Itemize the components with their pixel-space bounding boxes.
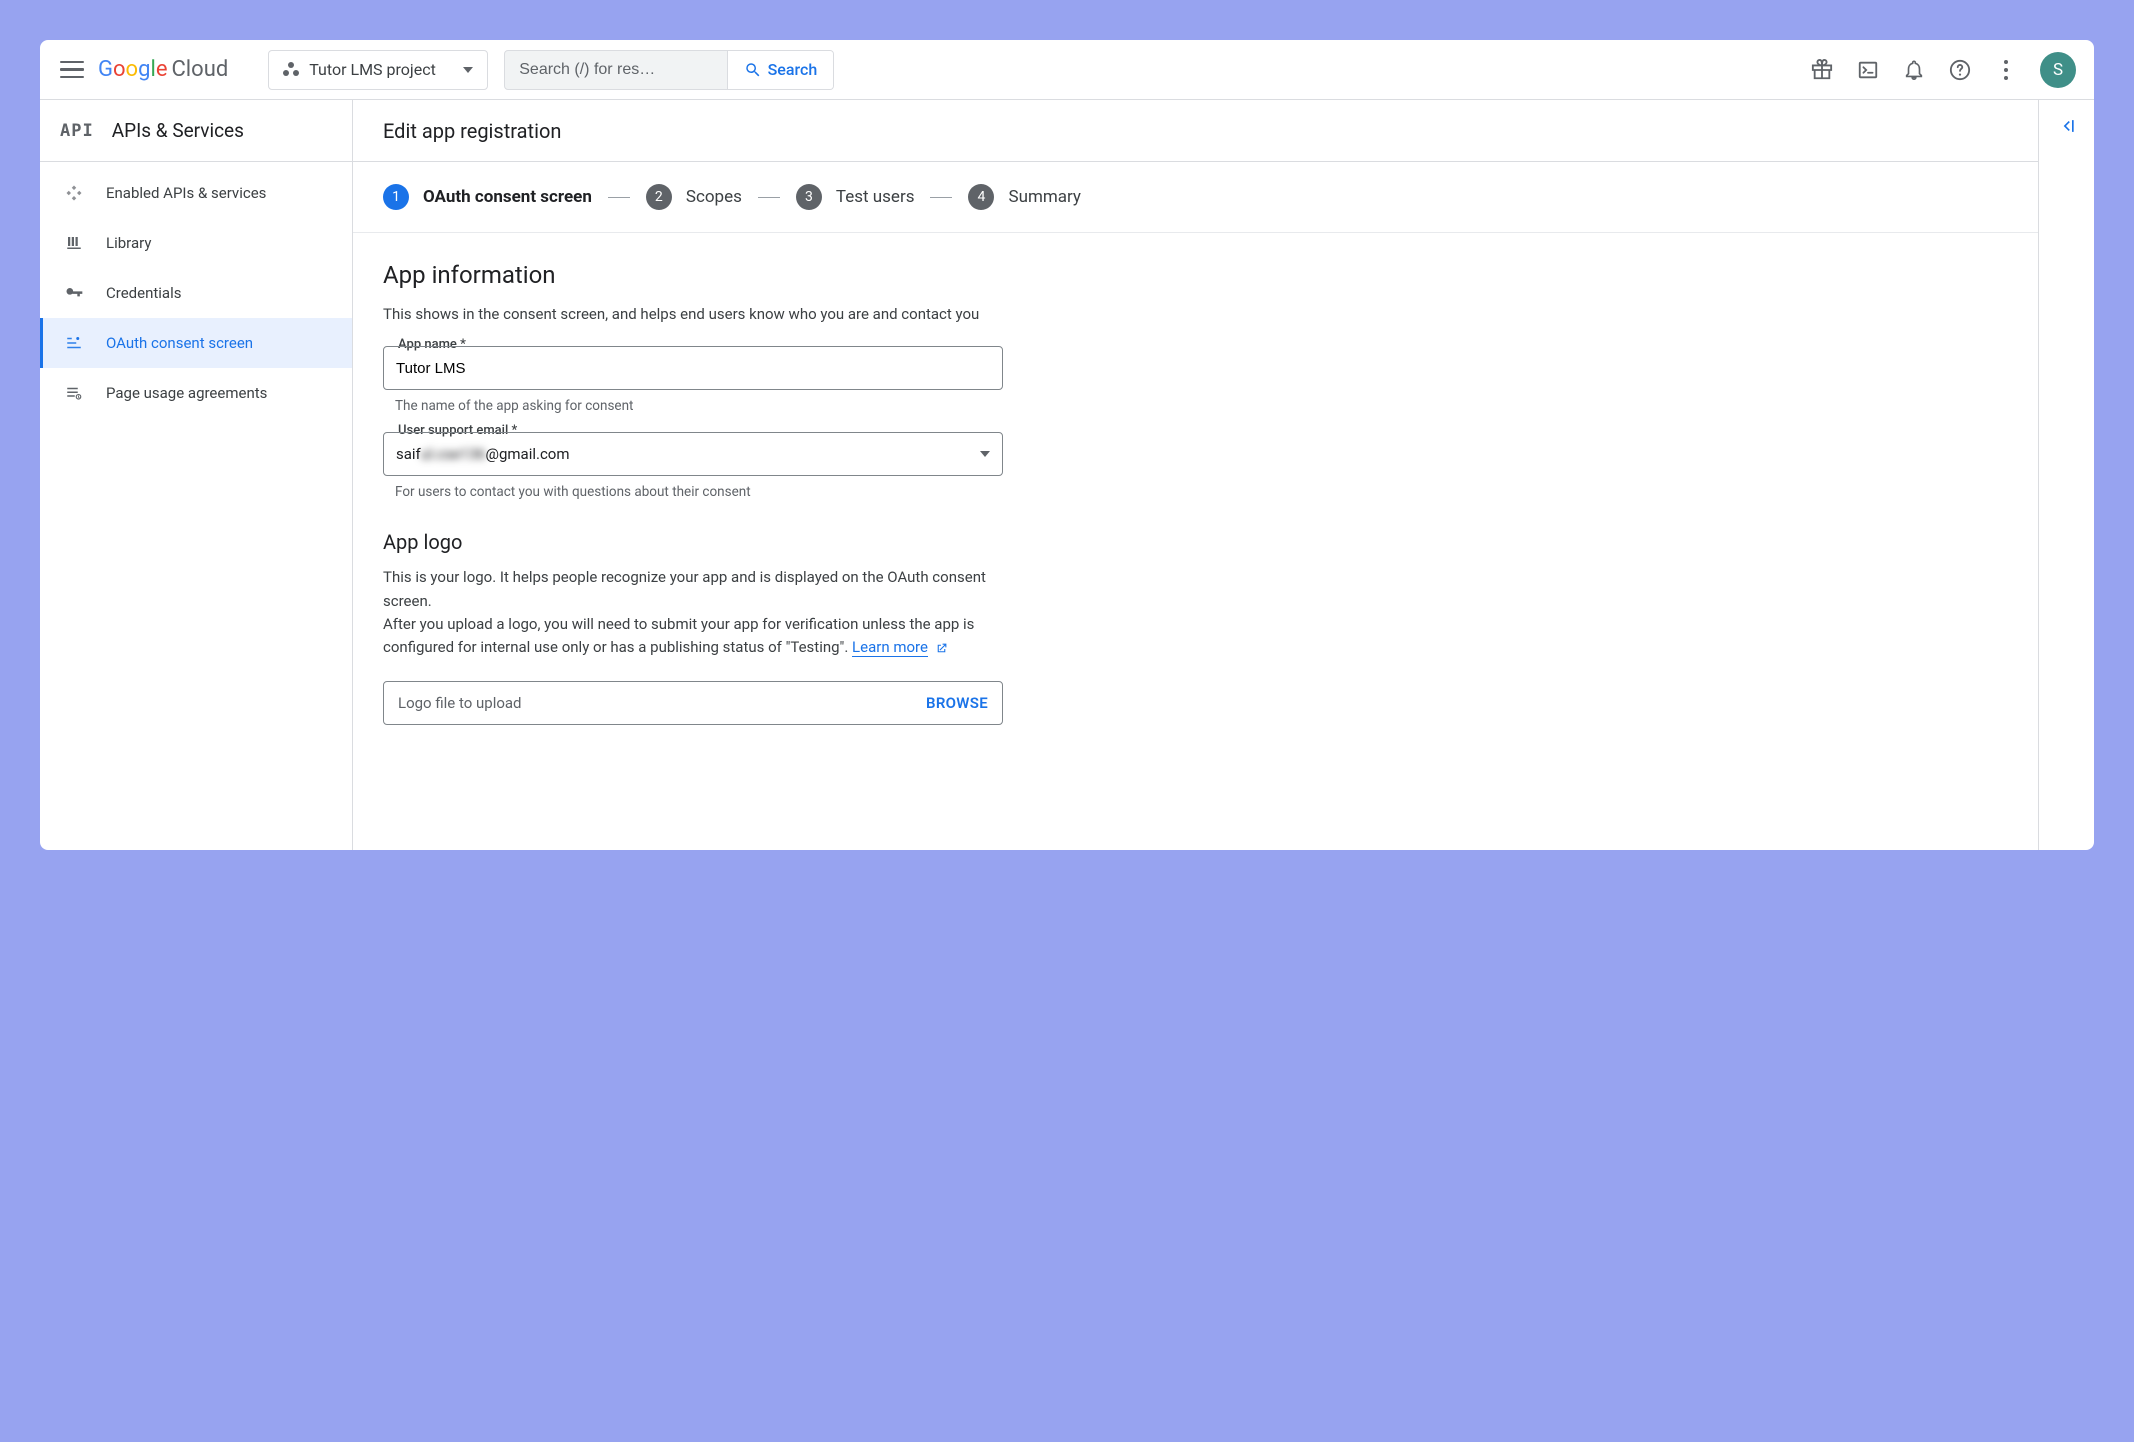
sidebar-item-oauth-consent[interactable]: OAuth consent screen bbox=[40, 318, 352, 368]
sidebar-item-page-usage[interactable]: Page usage agreements bbox=[40, 368, 352, 418]
help-icon[interactable] bbox=[1948, 58, 1972, 82]
sidebar-title: APIs & Services bbox=[112, 119, 244, 142]
sidebar: API APIs & Services Enabled APIs & servi… bbox=[40, 100, 353, 850]
consent-icon bbox=[64, 333, 84, 353]
api-badge: API bbox=[60, 121, 94, 141]
page-title: Edit app registration bbox=[383, 119, 561, 143]
external-link-icon bbox=[935, 642, 948, 655]
project-picker[interactable]: Tutor LMS project bbox=[268, 50, 488, 90]
google-cloud-logo[interactable]: Google Cloud bbox=[98, 57, 228, 82]
logo-upload-placeholder: Logo file to upload bbox=[398, 694, 522, 712]
search-button[interactable]: Search bbox=[727, 51, 834, 89]
step-oauth-consent[interactable]: 1 OAuth consent screen bbox=[383, 184, 592, 210]
step-test-users[interactable]: 3 Test users bbox=[796, 184, 915, 210]
support-email-helper: For users to contact you with questions … bbox=[395, 484, 1003, 500]
app-info-heading: App information bbox=[383, 261, 1003, 289]
project-icon bbox=[283, 62, 299, 78]
support-email-value: saiful.cse136@gmail.com bbox=[396, 445, 570, 463]
logo-upload-field: Logo file to upload BROWSE bbox=[383, 681, 1003, 725]
sidebar-item-enabled-apis[interactable]: Enabled APIs & services bbox=[40, 168, 352, 218]
sidebar-item-label: Enabled APIs & services bbox=[106, 184, 266, 202]
more-icon[interactable] bbox=[1994, 58, 2018, 82]
app-info-desc: This shows in the consent screen, and he… bbox=[383, 303, 1003, 326]
sidebar-item-label: Credentials bbox=[106, 284, 181, 302]
app-name-field: App name * bbox=[383, 346, 1003, 390]
notifications-icon[interactable] bbox=[1902, 58, 1926, 82]
step-separator bbox=[930, 197, 952, 198]
diamond-icon bbox=[64, 183, 84, 203]
app-name-input[interactable] bbox=[396, 360, 990, 377]
sidebar-item-label: Library bbox=[106, 234, 151, 252]
support-email-select[interactable]: saiful.cse136@gmail.com bbox=[383, 432, 1003, 476]
app-logo-heading: App logo bbox=[383, 530, 1003, 554]
sidebar-item-label: Page usage agreements bbox=[106, 384, 267, 402]
content-header: Edit app registration bbox=[353, 100, 2038, 162]
search-icon bbox=[744, 61, 762, 79]
step-separator bbox=[758, 197, 780, 198]
app-logo-desc: This is your logo. It helps people recog… bbox=[383, 566, 1003, 659]
sidebar-item-library[interactable]: Library bbox=[40, 218, 352, 268]
app-name-helper: The name of the app asking for consent bbox=[395, 398, 1003, 414]
main: Edit app registration 1 OAuth consent sc… bbox=[353, 100, 2094, 850]
sidebar-item-label: OAuth consent screen bbox=[106, 334, 253, 352]
stepper: 1 OAuth consent screen 2 Scopes 3 Test u… bbox=[353, 162, 2038, 233]
agreements-icon bbox=[64, 383, 84, 403]
chevron-down-icon bbox=[463, 67, 473, 73]
top-icons: S bbox=[1810, 52, 2076, 88]
form-area: App information This shows in the consen… bbox=[353, 233, 1033, 765]
sidebar-item-credentials[interactable]: Credentials bbox=[40, 268, 352, 318]
cloud-shell-icon[interactable] bbox=[1856, 58, 1880, 82]
library-icon bbox=[64, 233, 84, 253]
step-summary[interactable]: 4 Summary bbox=[968, 184, 1080, 210]
support-email-field: User support email * saiful.cse136@gmail… bbox=[383, 432, 1003, 476]
project-name: Tutor LMS project bbox=[309, 60, 436, 79]
console-frame: Google Cloud Tutor LMS project Search bbox=[40, 40, 2094, 850]
avatar[interactable]: S bbox=[2040, 52, 2076, 88]
search-input[interactable] bbox=[505, 51, 726, 89]
learn-more-link[interactable]: Learn more bbox=[852, 638, 928, 657]
collapse-panel-icon[interactable] bbox=[2057, 116, 2077, 850]
search-box: Search bbox=[504, 50, 834, 90]
chevron-down-icon bbox=[980, 451, 990, 457]
step-scopes[interactable]: 2 Scopes bbox=[646, 184, 742, 210]
sidebar-nav: Enabled APIs & services Library Credenti… bbox=[40, 162, 352, 418]
step-separator bbox=[608, 197, 630, 198]
topbar: Google Cloud Tutor LMS project Search bbox=[40, 40, 2094, 100]
right-rail bbox=[2038, 100, 2094, 850]
body: API APIs & Services Enabled APIs & servi… bbox=[40, 100, 2094, 850]
gift-icon[interactable] bbox=[1810, 58, 1834, 82]
menu-icon[interactable] bbox=[58, 56, 86, 84]
key-icon bbox=[64, 283, 84, 303]
browse-button[interactable]: BROWSE bbox=[926, 694, 988, 712]
content: Edit app registration 1 OAuth consent sc… bbox=[353, 100, 2038, 850]
sidebar-header: API APIs & Services bbox=[40, 100, 352, 162]
